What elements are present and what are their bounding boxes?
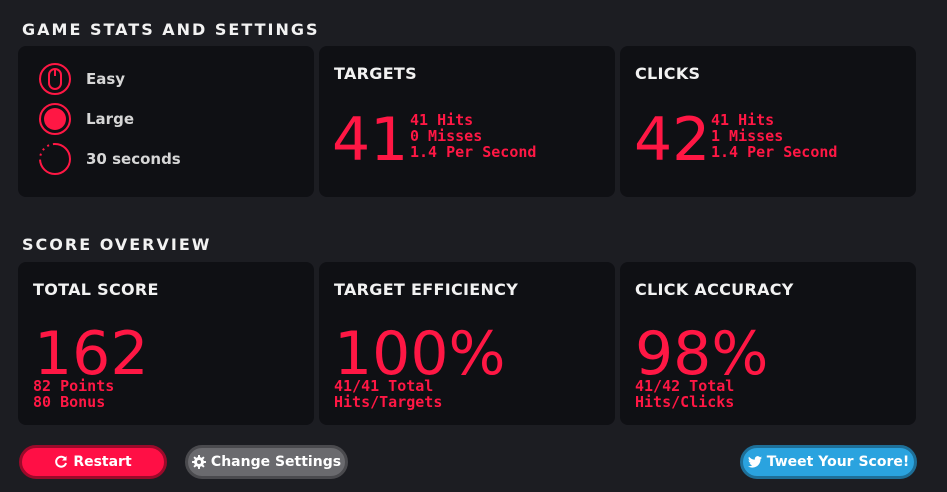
targets-title: TARGETS — [334, 64, 417, 83]
clicks-value: 42 — [634, 105, 711, 175]
click-accuracy-value: 98% — [635, 319, 769, 389]
setting-difficulty: Easy — [38, 62, 125, 96]
setting-size: Large — [38, 102, 134, 136]
clicks-hits: 41 Hits — [711, 111, 775, 129]
click-accuracy-title: CLICK ACCURACY — [635, 280, 794, 299]
size-label: Large — [86, 110, 134, 128]
target-size-icon — [39, 103, 71, 135]
change-settings-label: Change Settings — [210, 454, 342, 470]
stats-section-title: GAME STATS AND SETTINGS — [22, 20, 320, 39]
clicks-misses: 1 Misses — [711, 127, 784, 145]
total-score-bonus: 80 Bonus — [33, 393, 106, 411]
clicks-card: CLICKS 42 41 Hits 1 Misses 1.4 Per Secon… — [620, 46, 916, 197]
total-score-value: 162 — [34, 319, 149, 389]
total-score-title: TOTAL SCORE — [33, 280, 159, 299]
clicks-rate: 1.4 Per Second — [711, 143, 838, 161]
target-efficiency-caption: Hits/Targets — [334, 393, 443, 411]
targets-value: 41 — [332, 105, 409, 175]
tweet-score-label: Tweet Your Score! — [766, 454, 910, 470]
click-accuracy-total: 41/42 Total — [635, 377, 735, 395]
overview-section-title: SCORE OVERVIEW — [22, 235, 212, 254]
restart-label: Restart — [73, 454, 132, 470]
targets-rate: 1.4 Per Second — [410, 143, 537, 161]
target-efficiency-card: TARGET EFFICIENCY 100% 41/41 Total Hits/… — [319, 262, 615, 425]
mouse-icon — [39, 63, 71, 95]
restart-icon — [54, 455, 68, 469]
gear-icon — [191, 455, 206, 469]
tweet-score-button[interactable]: Tweet Your Score! — [740, 445, 917, 479]
settings-card: Easy Large 30 seconds — [18, 46, 314, 197]
target-efficiency-total: 41/41 Total — [334, 377, 434, 395]
click-accuracy-caption: Hits/Clicks — [635, 393, 735, 411]
difficulty-label: Easy — [86, 70, 126, 88]
change-settings-button[interactable]: Change Settings — [185, 445, 348, 479]
targets-misses: 0 Misses — [410, 127, 483, 145]
targets-card: TARGETS 41 41 Hits 0 Misses 1.4 Per Seco… — [319, 46, 615, 197]
timer-icon — [39, 143, 71, 175]
target-efficiency-title: TARGET EFFICIENCY — [334, 280, 519, 299]
clicks-title: CLICKS — [635, 64, 701, 83]
restart-button[interactable]: Restart — [19, 445, 167, 479]
duration-label: 30 seconds — [86, 150, 181, 168]
setting-duration: 30 seconds — [38, 142, 181, 176]
total-score-points: 82 Points — [33, 377, 115, 395]
targets-hits: 41 Hits — [410, 111, 474, 129]
target-efficiency-value: 100% — [334, 319, 506, 389]
total-score-card: TOTAL SCORE 162 82 Points 80 Bonus — [18, 262, 314, 425]
click-accuracy-card: CLICK ACCURACY 98% 41/42 Total Hits/Clic… — [620, 262, 916, 425]
twitter-icon — [747, 456, 762, 468]
